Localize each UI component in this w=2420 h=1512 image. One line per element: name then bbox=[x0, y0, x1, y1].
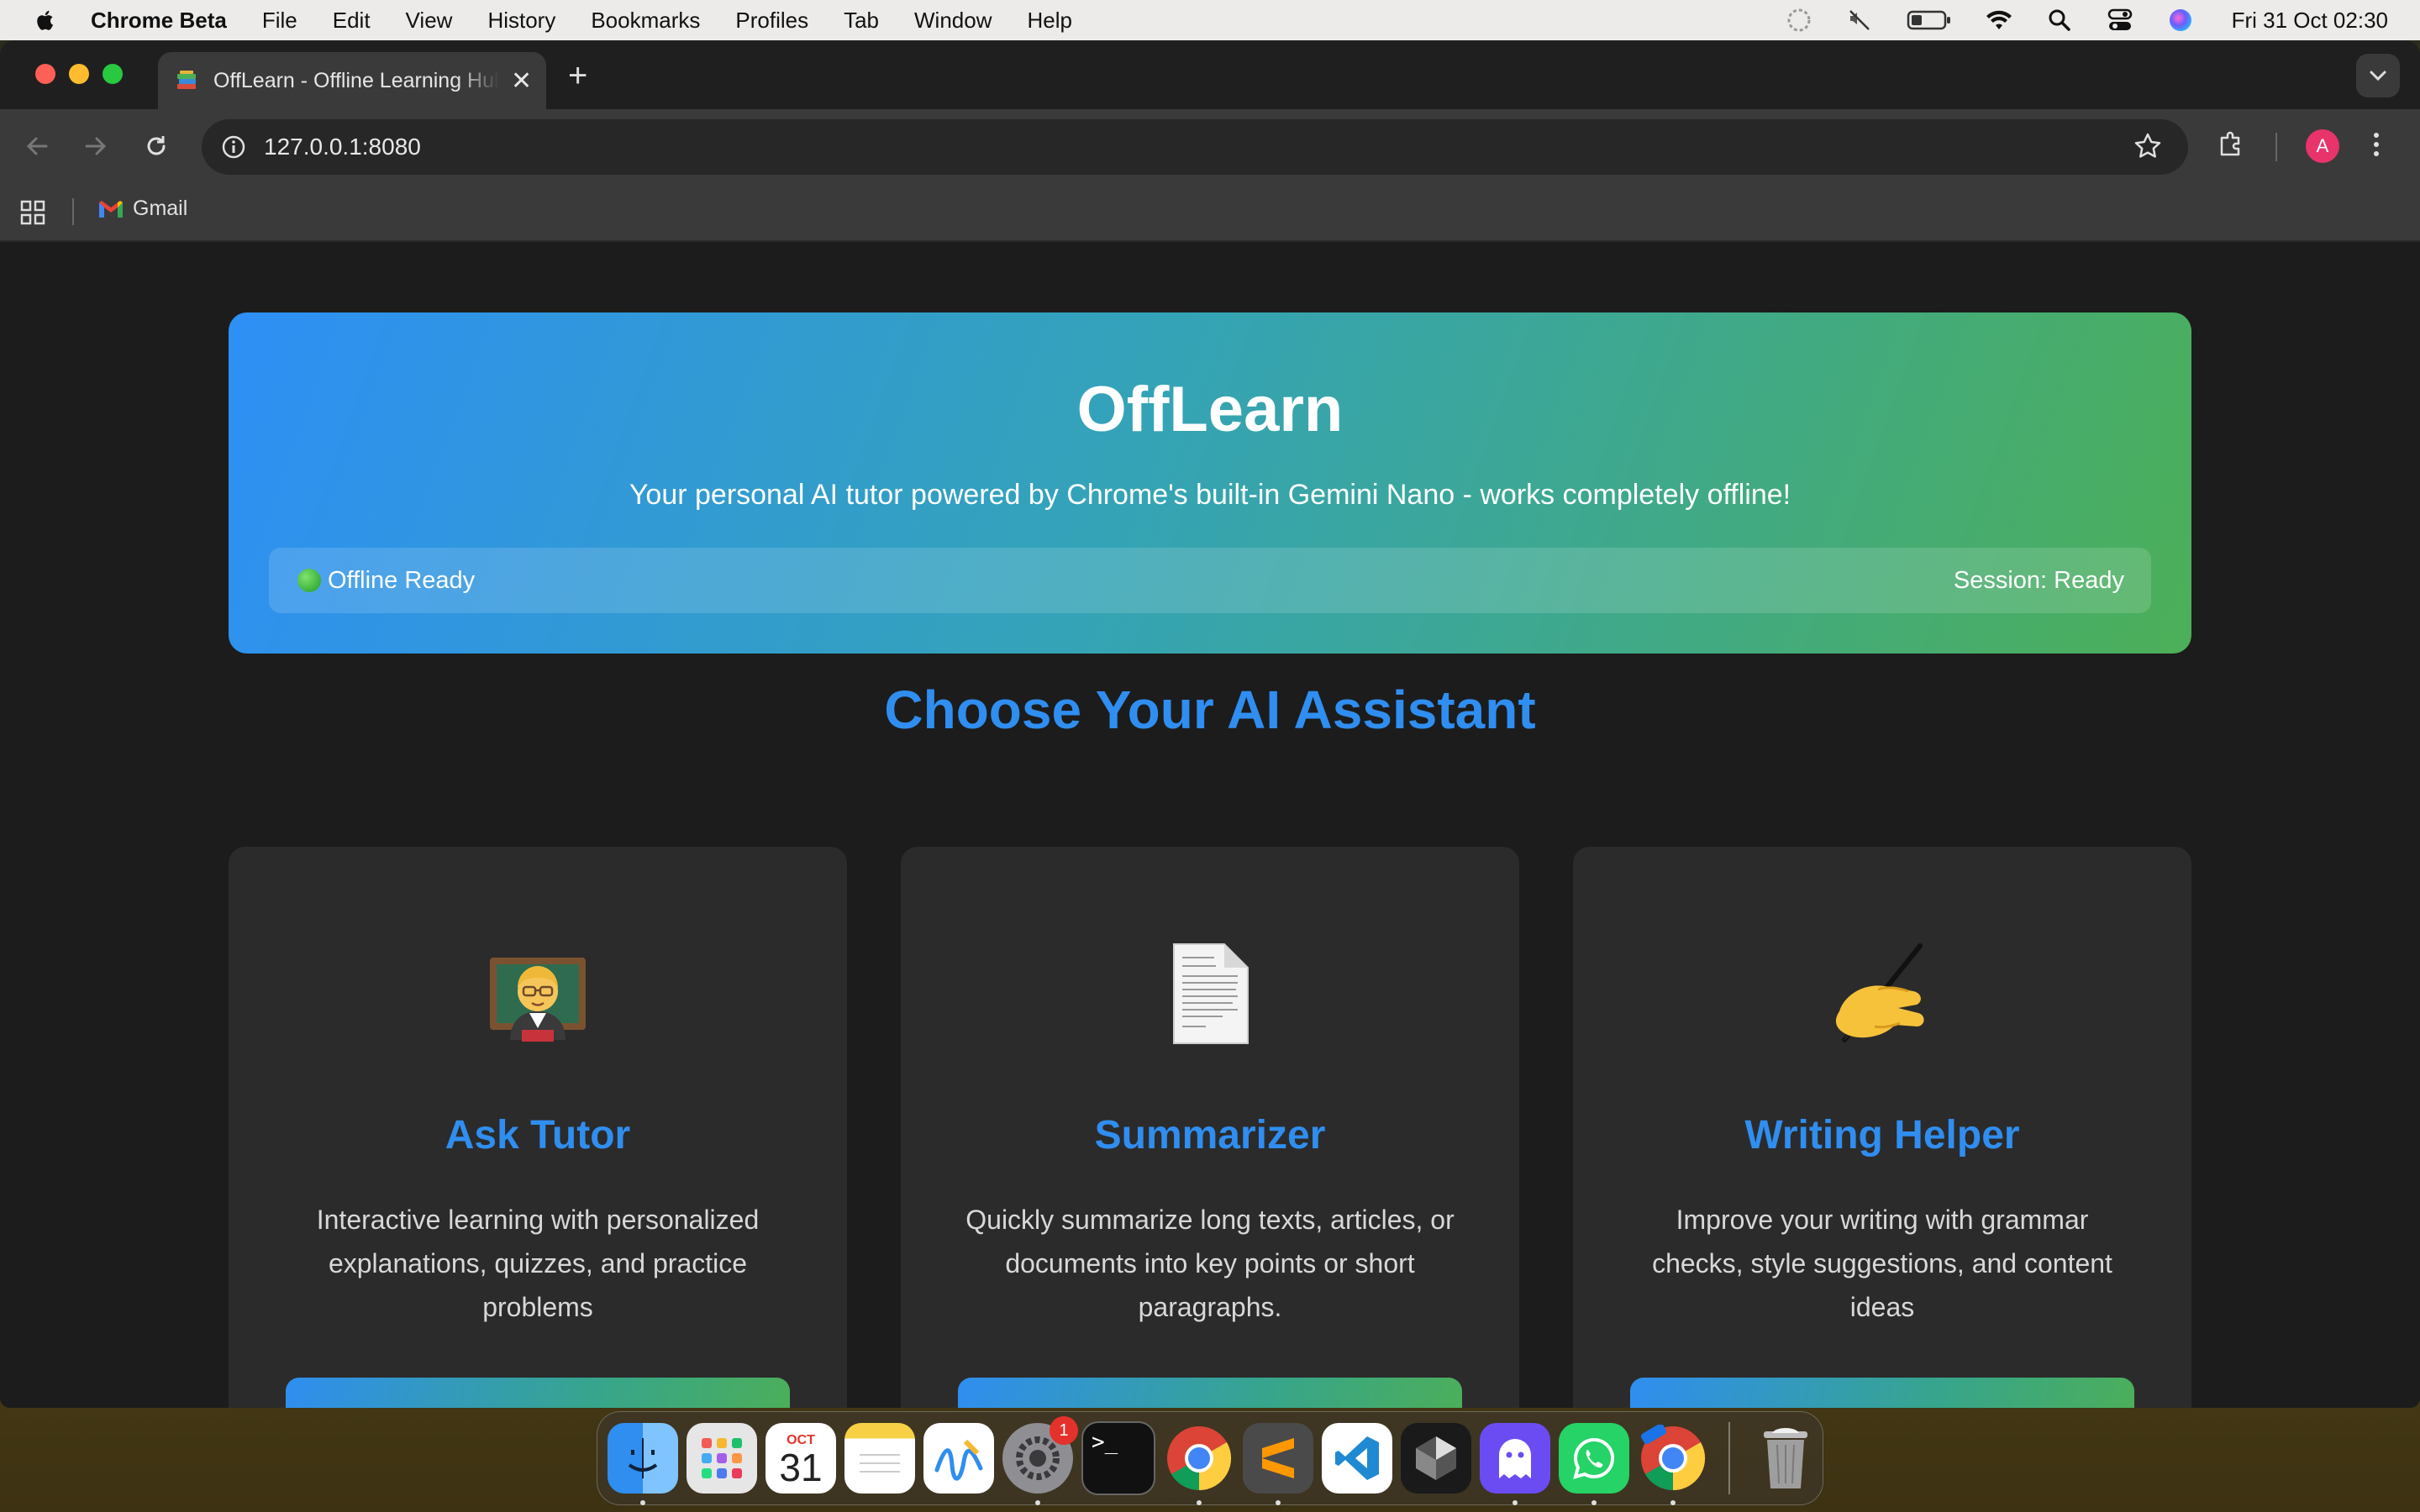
bookmark-gmail[interactable]: Gmail bbox=[97, 197, 187, 221]
app-title: OffLearn bbox=[1076, 374, 1344, 445]
forward-button[interactable] bbox=[77, 128, 114, 165]
tab-offlearn[interactable]: OffLearn - Offline Learning Hub ✕ bbox=[158, 52, 546, 109]
summarize-text-button[interactable]: Summarize Text bbox=[958, 1378, 1462, 1408]
window-controls bbox=[35, 64, 123, 84]
spotlight-icon[interactable] bbox=[2045, 6, 2074, 34]
menu-profiles[interactable]: Profiles bbox=[735, 8, 808, 34]
card-ask-tutor: Ask Tutor Interactive learning with pers… bbox=[229, 847, 847, 1408]
siri-icon[interactable] bbox=[2166, 6, 2195, 34]
toolbar-divider bbox=[2275, 133, 2277, 161]
menu-edit[interactable]: Edit bbox=[333, 8, 371, 34]
reload-icon bbox=[147, 136, 166, 155]
chevron-down-icon bbox=[2370, 71, 2386, 81]
dock-chrome-beta-icon[interactable] bbox=[1638, 1423, 1708, 1505]
close-tab-icon[interactable]: ✕ bbox=[511, 66, 532, 96]
menu-file[interactable]: File bbox=[262, 8, 297, 34]
card-writing-helper: Writing Helper Improve your writing with… bbox=[1573, 847, 2191, 1408]
page-document-icon bbox=[901, 939, 1519, 1064]
card-description: Improve your writing with grammar checks… bbox=[1652, 1205, 2112, 1322]
profile-avatar[interactable]: A bbox=[2306, 129, 2339, 163]
dock-freeform-icon[interactable] bbox=[923, 1423, 994, 1494]
dock-trash-icon[interactable] bbox=[1750, 1423, 1821, 1494]
green-status-dot-icon bbox=[297, 569, 321, 592]
session-status: Session: Ready bbox=[1953, 566, 2124, 594]
card-title: Writing Helper bbox=[1744, 1113, 2020, 1158]
offline-status-text: Offline Ready bbox=[328, 566, 476, 594]
menu-bar-status-area: Fri 31 Oct 02:30 bbox=[1785, 0, 2388, 40]
menu-help[interactable]: Help bbox=[1028, 8, 1072, 34]
hero-banner: OffLearn Your personal AI tutor powered … bbox=[229, 312, 2191, 654]
browser-toolbar: 127.0.0.1:8080 A bbox=[0, 109, 2420, 183]
card-title: Summarizer bbox=[1094, 1113, 1326, 1158]
menu-window[interactable]: Window bbox=[914, 8, 992, 34]
browser-window: OffLearn - Offline Learning Hub ✕ + 127.… bbox=[0, 40, 2420, 1408]
menu-app-name[interactable]: Chrome Beta bbox=[91, 8, 227, 34]
apps-grid-icon[interactable] bbox=[20, 200, 45, 229]
card-summarizer: Summarizer Quickly summarize long texts,… bbox=[901, 847, 1519, 1408]
page-content: OffLearn Your personal AI tutor powered … bbox=[0, 242, 2420, 1408]
dock-terminal-icon[interactable]: >_ bbox=[1081, 1421, 1155, 1495]
wifi-icon[interactable] bbox=[1985, 6, 2013, 34]
menu-history[interactable]: History bbox=[487, 8, 555, 34]
maximize-window-button[interactable] bbox=[103, 64, 123, 84]
notification-badge: 1 bbox=[1050, 1416, 1078, 1445]
books-icon bbox=[175, 69, 198, 92]
offline-status: Offline Ready bbox=[297, 567, 475, 595]
dock-finder-icon[interactable] bbox=[608, 1423, 678, 1505]
site-info-icon[interactable] bbox=[217, 130, 250, 164]
dock-launchpad-icon[interactable] bbox=[687, 1423, 757, 1494]
forward-arrow-icon bbox=[85, 137, 107, 155]
dock-system-settings-icon[interactable]: 1 bbox=[1002, 1416, 1078, 1505]
card-description: Quickly summarize long texts, articles, … bbox=[965, 1205, 1455, 1322]
back-button[interactable] bbox=[18, 128, 55, 165]
teacher-icon bbox=[229, 939, 847, 1064]
tab-title: OffLearn - Offline Learning Hub bbox=[213, 68, 499, 92]
new-tab-button[interactable]: + bbox=[568, 57, 587, 95]
gmail-icon bbox=[99, 200, 123, 218]
minimize-window-button[interactable] bbox=[69, 64, 89, 84]
get-writing-help-button[interactable]: Get Writing Help bbox=[1630, 1378, 2134, 1408]
app-subtitle: Your personal AI tutor powered by Chrome… bbox=[629, 479, 1791, 511]
chrome-menu-icon[interactable] bbox=[2371, 128, 2381, 165]
macos-menu-bar: Chrome Beta File Edit View History Bookm… bbox=[0, 0, 2420, 40]
reload-button[interactable] bbox=[138, 128, 175, 165]
bookmarks-divider bbox=[72, 198, 74, 225]
bookmark-star-icon[interactable] bbox=[2133, 131, 2163, 165]
dock-sublime-text-icon[interactable] bbox=[1243, 1423, 1313, 1505]
calendar-day: 31 bbox=[779, 1446, 823, 1489]
writing-hand-icon bbox=[1573, 939, 2191, 1064]
tab-strip: OffLearn - Offline Learning Hub ✕ + bbox=[0, 40, 2420, 109]
dock-ghost-icon[interactable] bbox=[1480, 1423, 1550, 1505]
status-bar: Offline Ready Session: Ready bbox=[269, 548, 2151, 613]
dock-cursor-icon[interactable] bbox=[1401, 1423, 1471, 1494]
menu-bar-clock[interactable]: Fri 31 Oct 02:30 bbox=[2232, 8, 2388, 34]
bookmark-gmail-label: Gmail bbox=[133, 197, 188, 220]
start-learning-button[interactable]: Start Learning bbox=[286, 1378, 790, 1408]
dock-divider bbox=[1728, 1422, 1730, 1494]
apple-menu-icon[interactable] bbox=[34, 6, 59, 34]
card-title: Ask Tutor bbox=[445, 1113, 631, 1158]
bookmarks-bar: Gmail bbox=[0, 183, 2420, 242]
section-title: Choose Your AI Assistant bbox=[884, 680, 1536, 740]
menu-view[interactable]: View bbox=[406, 8, 453, 34]
url-text[interactable]: 127.0.0.1:8080 bbox=[264, 134, 421, 160]
tab-search-button[interactable] bbox=[2356, 54, 2400, 97]
battery-icon[interactable] bbox=[1906, 6, 1953, 34]
focus-icon[interactable] bbox=[1785, 6, 1813, 34]
close-window-button[interactable] bbox=[35, 64, 55, 84]
dock-chrome-icon[interactable] bbox=[1164, 1423, 1234, 1505]
dock-calendar-icon[interactable]: OCT 31 bbox=[765, 1423, 836, 1494]
address-bar[interactable]: 127.0.0.1:8080 bbox=[202, 119, 2188, 175]
dock-vscode-icon[interactable] bbox=[1322, 1423, 1392, 1494]
mute-icon[interactable] bbox=[1845, 6, 1874, 34]
control-center-icon[interactable] bbox=[2106, 6, 2134, 34]
dock-whatsapp-icon[interactable] bbox=[1559, 1423, 1629, 1505]
menu-tab[interactable]: Tab bbox=[844, 8, 879, 34]
extensions-puzzle-icon[interactable] bbox=[2215, 128, 2249, 165]
macos-dock: OCT 31 1 >_ bbox=[597, 1411, 1823, 1505]
card-description: Interactive learning with personalized e… bbox=[316, 1205, 760, 1322]
back-arrow-icon bbox=[26, 137, 48, 155]
dock-notes-icon[interactable] bbox=[844, 1423, 915, 1494]
menu-bookmarks[interactable]: Bookmarks bbox=[591, 8, 700, 34]
